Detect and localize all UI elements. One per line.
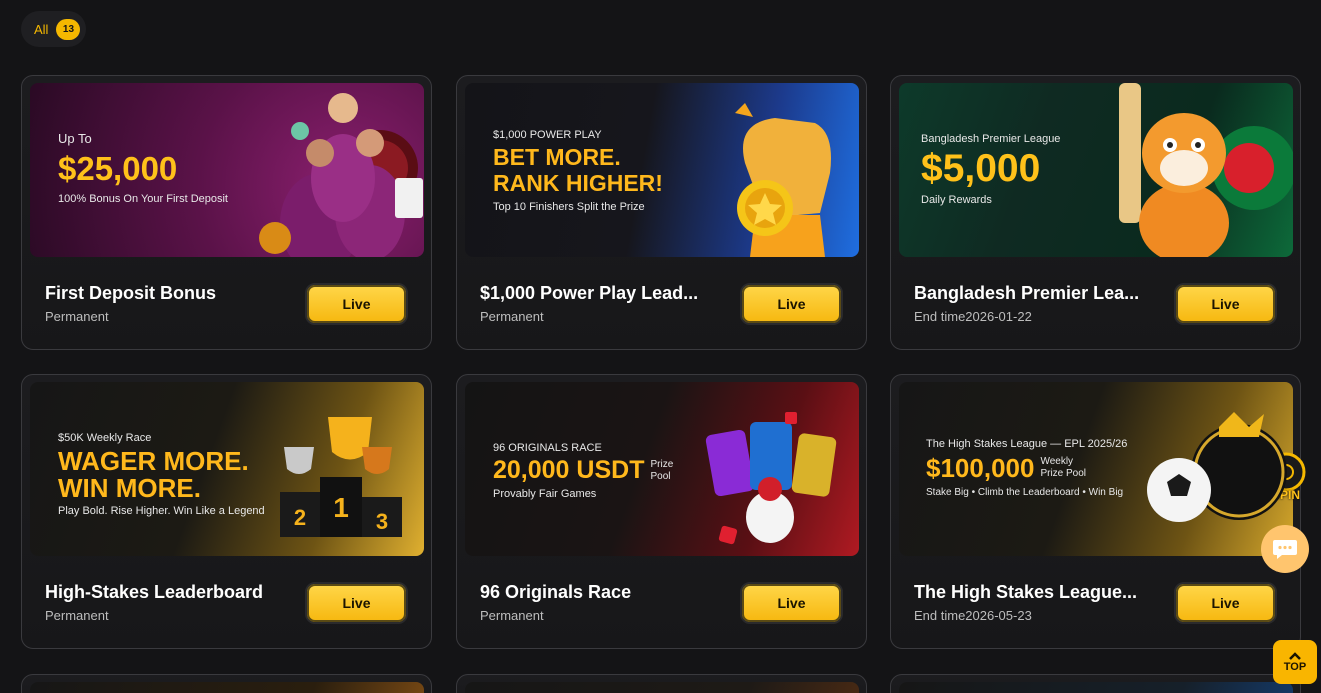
promo-title: First Deposit Bonus <box>45 283 217 303</box>
promo-banner[interactable] <box>899 682 1293 693</box>
promo-subtitle: End time2026-01-22 <box>914 309 1032 324</box>
promo-card-high-stakes-league[interactable]: The High Stakes League — EPL 2025/26 $10… <box>890 374 1301 649</box>
back-to-top-button[interactable]: TOP <box>1273 640 1317 684</box>
promo-title: High-Stakes Leaderboard <box>45 582 264 602</box>
promo-title: 96 Originals Race <box>480 582 632 602</box>
filter-all-label: All <box>34 21 49 37</box>
promo-card-partial[interactable] <box>890 674 1301 693</box>
promo-banner[interactable]: $50K Weekly Race WAGER MORE. WIN MORE. P… <box>30 382 424 556</box>
promo-banner[interactable] <box>30 682 424 693</box>
live-button[interactable]: Live <box>305 582 408 624</box>
lion-football-illustration <box>1147 412 1287 522</box>
svg-text:1: 1 <box>333 492 349 523</box>
promo-subtitle: Permanent <box>480 608 544 623</box>
promo-card-bangladesh-premier-league[interactable]: Bangladesh Premier League $5,000 Daily R… <box>890 75 1301 350</box>
trophy-podium-illustration: 2 1 3 <box>280 417 402 537</box>
filter-all-chip[interactable]: All 13 <box>21 11 87 47</box>
promo-card-power-play[interactable]: $1,000 POWER PLAY BET MORE. RANK HIGHER!… <box>456 75 867 350</box>
top-label: TOP <box>1283 661 1307 673</box>
promo-banner[interactable]: Bangladesh Premier League $5,000 Daily R… <box>899 83 1293 257</box>
live-button[interactable]: Live <box>740 283 843 325</box>
promo-banner[interactable]: $1,000 POWER PLAY BET MORE. RANK HIGHER!… <box>465 83 859 257</box>
promo-banner[interactable]: 96 ORIGINALS RACE 20,000 USDT Prize Pool… <box>465 382 859 556</box>
filter-count-badge: 13 <box>56 18 81 40</box>
promo-banner[interactable] <box>465 682 859 693</box>
promo-card-partial[interactable] <box>21 674 432 693</box>
promo-subtitle: Permanent <box>45 309 109 324</box>
svg-text:2: 2 <box>294 505 306 530</box>
promo-banner[interactable]: Up To $25,000 100% Bonus On Your First D… <box>30 83 424 257</box>
promo-banner[interactable]: The High Stakes League — EPL 2025/26 $10… <box>899 382 1293 556</box>
promo-subtitle: End time2026-05-23 <box>914 608 1032 623</box>
live-button[interactable]: Live <box>740 582 843 624</box>
promo-card-high-stakes-leaderboard[interactable]: $50K Weekly Race WAGER MORE. WIN MORE. P… <box>21 374 432 649</box>
live-button[interactable]: Live <box>1174 283 1277 325</box>
promo-title: Bangladesh Premier Lea... <box>914 283 1140 303</box>
game-cards-chicken-illustration <box>705 412 837 545</box>
tiger-cricket-illustration <box>1119 83 1293 257</box>
promo-subtitle: Permanent <box>480 309 544 324</box>
promo-card-first-deposit[interactable]: Up To $25,000 100% Bonus On Your First D… <box>21 75 432 350</box>
live-button[interactable]: Live <box>1174 582 1277 624</box>
live-button[interactable]: Live <box>305 283 408 325</box>
promo-card-partial[interactable] <box>456 674 867 693</box>
football-players-illustration <box>259 93 423 257</box>
promo-card-96-originals-race[interactable]: 96 ORIGINALS RACE 20,000 USDT Prize Pool… <box>456 374 867 649</box>
svg-text:3: 3 <box>376 509 388 534</box>
fist-medal-illustration <box>735 103 831 257</box>
promo-title: $1,000 Power Play Lead... <box>480 283 699 303</box>
promo-subtitle: Permanent <box>45 608 109 623</box>
chevron-up-icon <box>1289 652 1301 660</box>
promo-title: The High Stakes League... <box>914 582 1138 602</box>
